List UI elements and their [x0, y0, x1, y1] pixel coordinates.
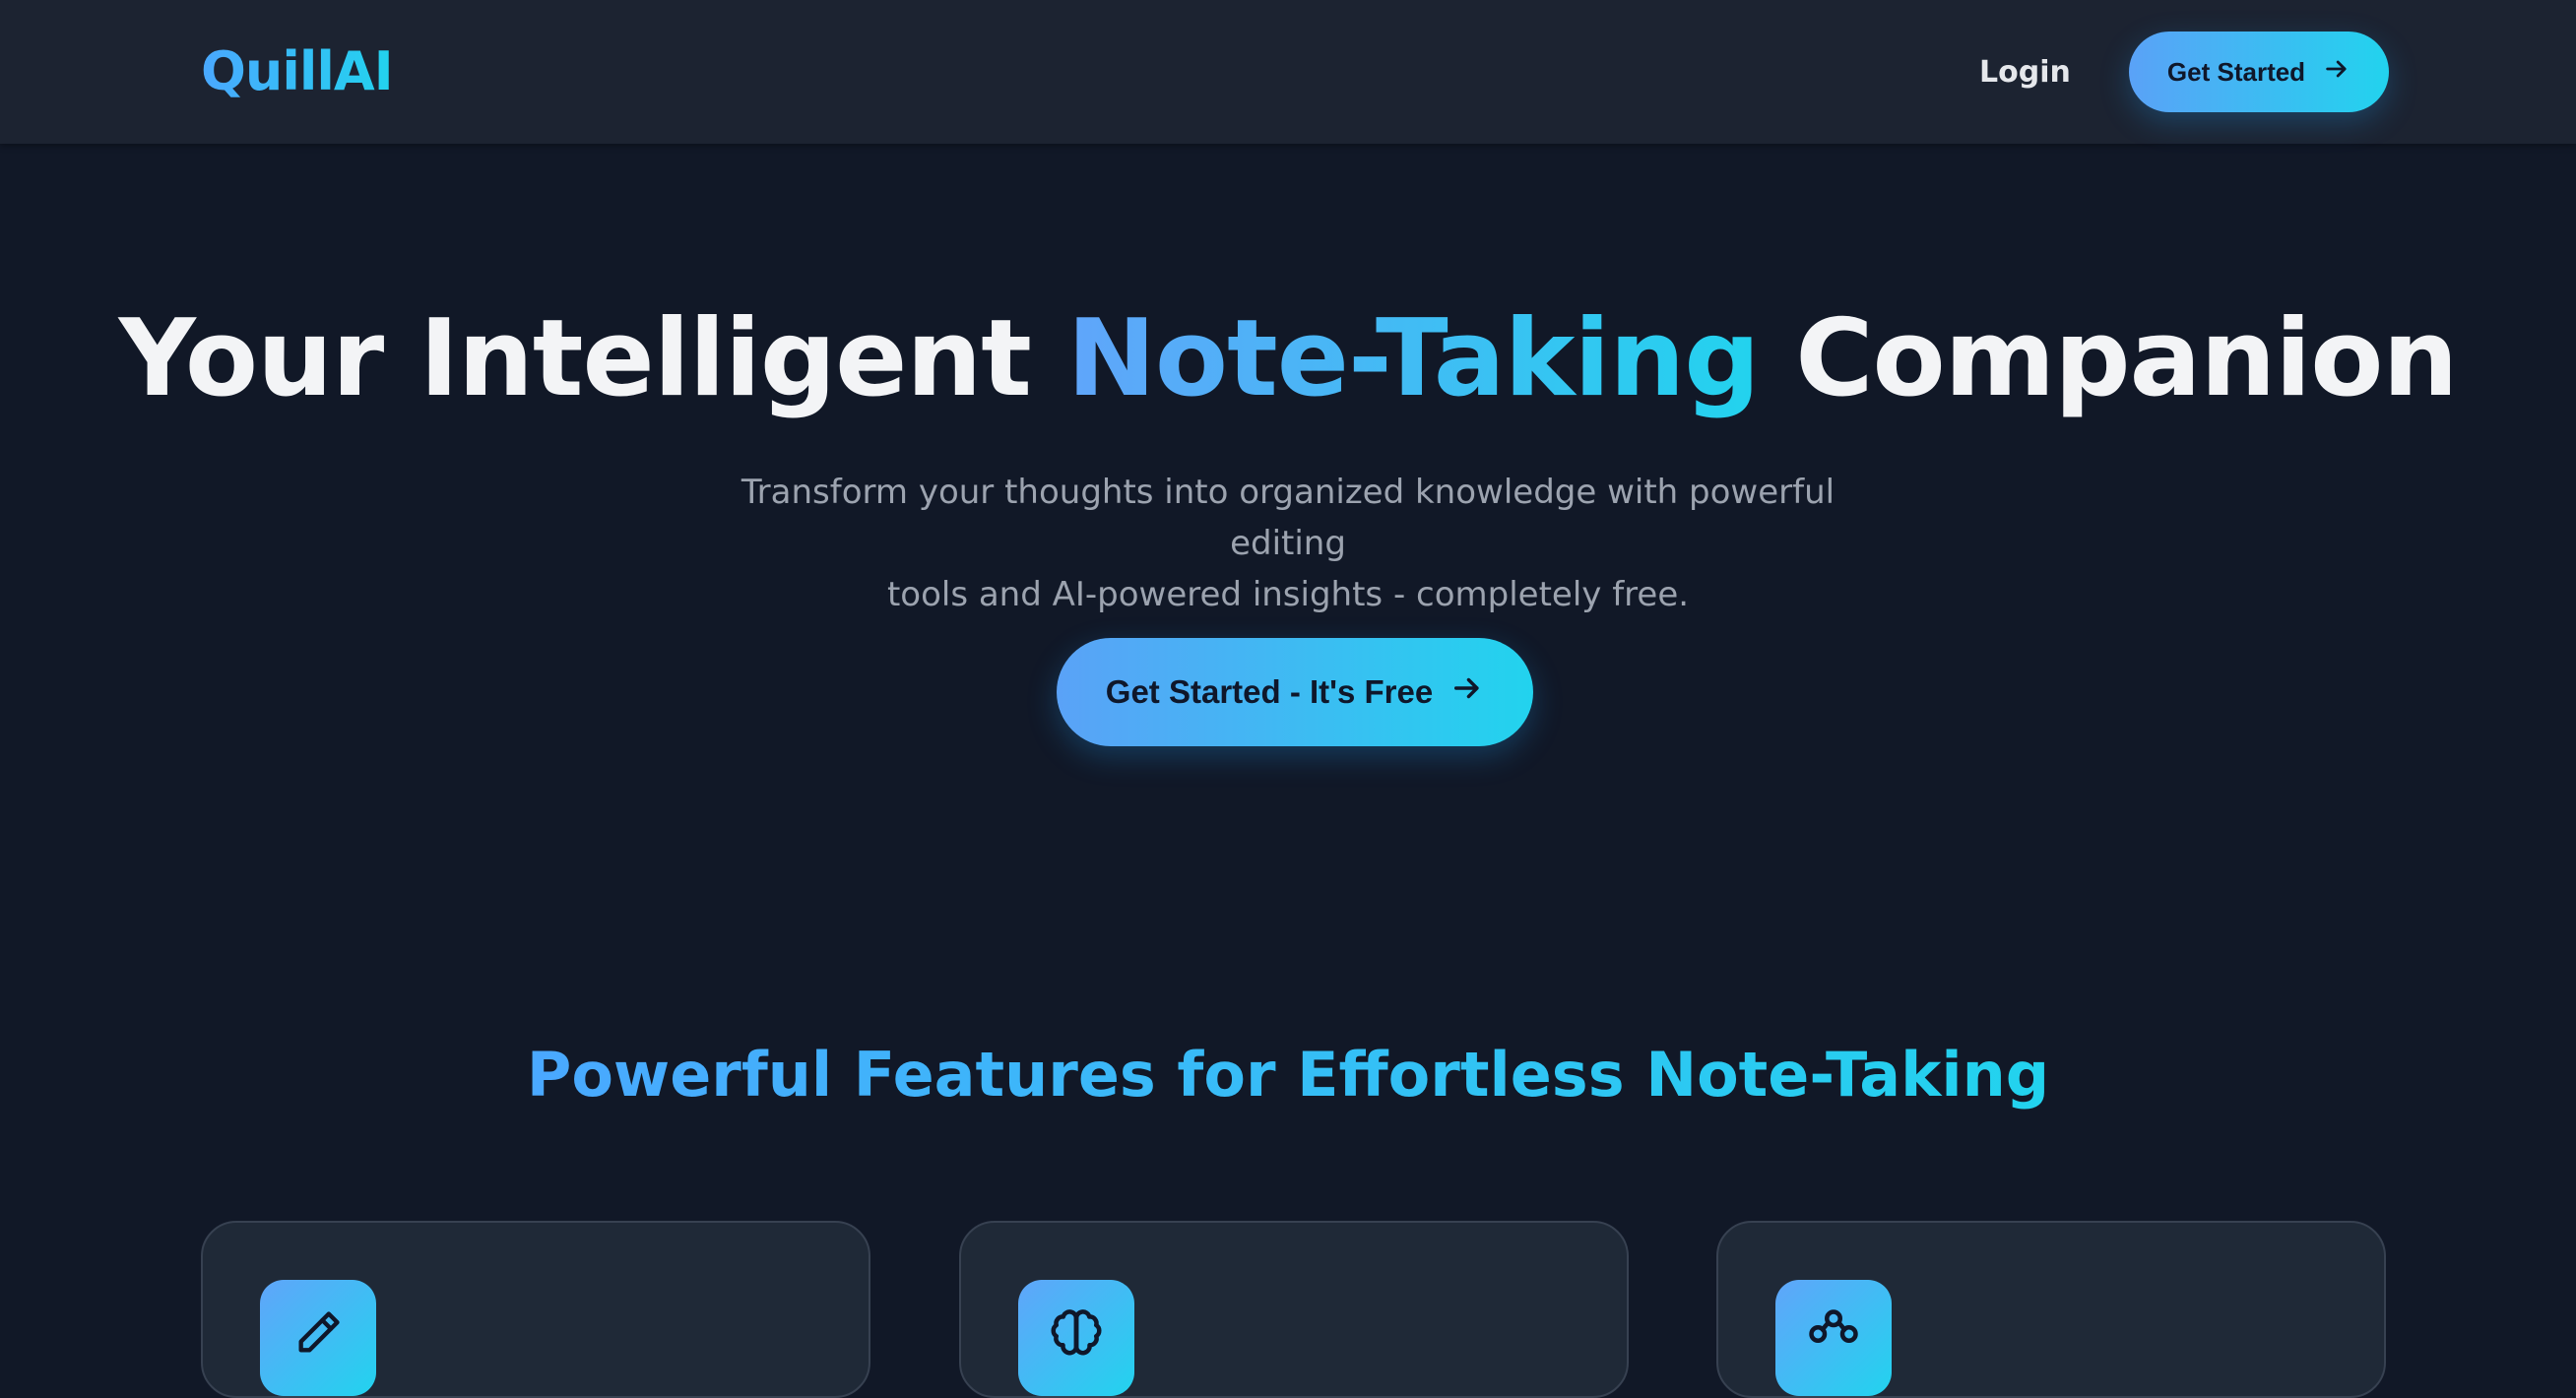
hero-title-end: Companion [1795, 297, 2458, 420]
arrow-right-icon [1450, 671, 1484, 713]
hero-cta-label: Get Started - It's Free [1105, 673, 1434, 710]
arrow-right-icon [2323, 55, 2351, 90]
hero-subtitle-line-2: tools and AI-powered insights - complete… [886, 575, 1690, 614]
hero-title-accent: Note-Taking [1066, 297, 1761, 420]
features-heading-text: Powerful Features for Effortless Note-Ta… [526, 1039, 2050, 1111]
get-started-button[interactable]: Get Started [2129, 32, 2389, 112]
feature-card-2 [959, 1221, 1629, 1398]
login-link[interactable]: Login [1979, 51, 2071, 95]
hero-get-started-button[interactable]: Get Started - It's Free [1057, 638, 1533, 746]
brain-icon [1018, 1280, 1134, 1396]
logo[interactable]: QuillAI [201, 39, 394, 104]
feature-card-1 [201, 1221, 870, 1398]
hero-title: Your Intelligent Note-Taking Companion [0, 295, 2576, 423]
get-started-label: Get Started [2166, 56, 2306, 87]
feature-card-3 [1716, 1221, 2386, 1398]
hero-subtitle: Transform your thoughts into organized k… [697, 467, 1879, 620]
hero-title-start: Your Intelligent [118, 297, 1032, 420]
pencil-icon [260, 1280, 376, 1396]
hero-subtitle-line-1: Transform your thoughts into organized k… [741, 473, 1835, 563]
features-heading: Powerful Features for Effortless Note-Ta… [0, 1036, 2576, 1114]
top-navbar: QuillAI Login Get Started [0, 0, 2576, 144]
network-icon [1775, 1280, 1892, 1396]
